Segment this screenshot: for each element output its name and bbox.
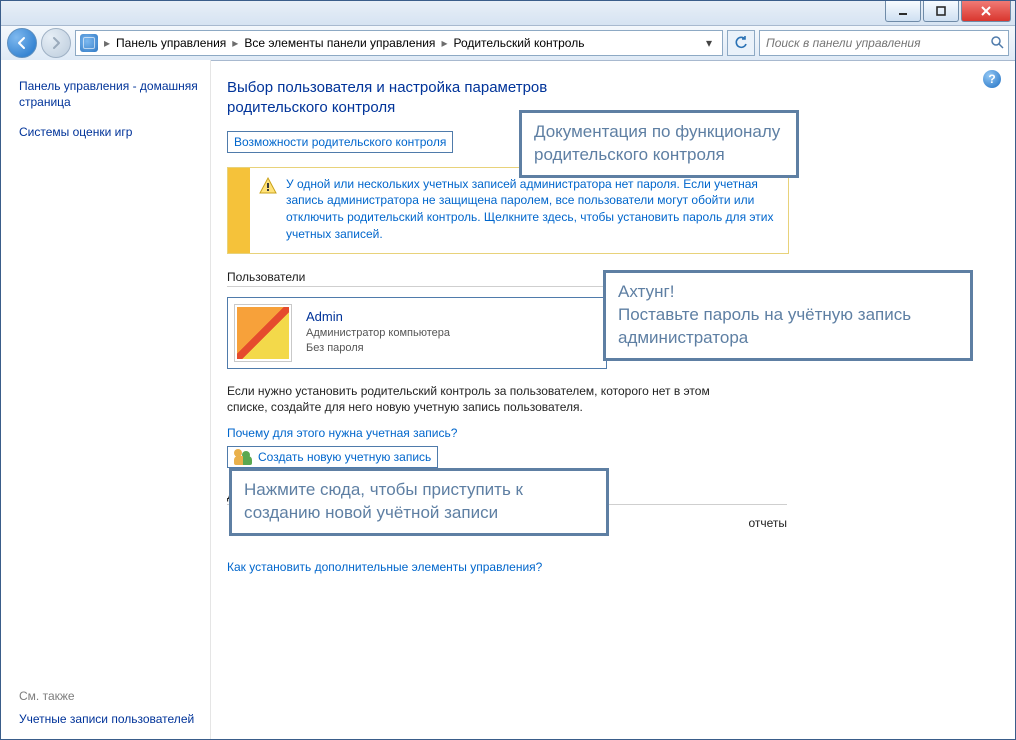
warning-icon [258, 176, 278, 196]
help-icon: ? [988, 72, 995, 86]
create-account-label: Создать новую учетную запись [258, 450, 431, 464]
close-icon [980, 5, 992, 17]
main-content: ? Выбор пользователя и настройка парамет… [211, 60, 1015, 739]
breadcrumb-seg-2[interactable]: Все элементы панели управления [242, 36, 437, 50]
warning-stripe [228, 168, 250, 253]
people-icon [234, 449, 252, 465]
warning-text[interactable]: У одной или нескольких учетных записей а… [286, 176, 778, 243]
search-icon [990, 35, 1004, 52]
search-box[interactable] [759, 30, 1009, 56]
maximize-icon [935, 5, 947, 17]
chevron-right-icon: ▸ [102, 36, 112, 50]
window-controls [883, 1, 1011, 25]
chevron-right-icon: ▸ [230, 36, 240, 50]
sidebar: Панель управления - домашняя страница Си… [1, 60, 211, 739]
avatar [234, 304, 292, 362]
arrow-right-icon [49, 36, 63, 50]
close-button[interactable] [961, 1, 1011, 22]
create-user-paragraph: Если нужно установить родительский контр… [227, 383, 747, 417]
annotation-documentation: Документация по функционалу родительског… [519, 110, 799, 178]
chevron-right-icon: ▸ [439, 36, 449, 50]
search-input[interactable] [764, 35, 990, 51]
window-body: Панель управления - домашняя страница Си… [1, 60, 1015, 739]
warning-body: У одной или нескольких учетных записей а… [250, 168, 788, 253]
create-account-link[interactable]: Создать новую учетную запись [227, 446, 438, 468]
minimize-icon [897, 5, 909, 17]
sidebar-link-game-ratings[interactable]: Системы оценки игр [19, 124, 198, 140]
see-also-label: См. также [19, 689, 198, 703]
annotation-achtung: Ахтунг! Поставьте пароль на учётную запи… [603, 270, 973, 361]
explorer-navbar: ▸ Панель управления ▸ Все элементы панел… [1, 26, 1015, 61]
maximize-button[interactable] [923, 1, 959, 22]
breadcrumb-seg-3[interactable]: Родительский контроль [451, 36, 586, 50]
admin-password-warning[interactable]: У одной или нескольких учетных записей а… [227, 167, 789, 254]
nav-forward-button[interactable] [41, 28, 71, 58]
address-bar[interactable]: ▸ Панель управления ▸ Все элементы панел… [75, 30, 723, 56]
arrow-left-icon [15, 36, 29, 50]
minimize-button[interactable] [885, 1, 921, 22]
sidebar-link-user-accounts[interactable]: Учетные записи пользователей [19, 711, 198, 727]
control-panel-icon [80, 34, 98, 52]
breadcrumb-seg-1[interactable]: Панель управления [114, 36, 228, 50]
user-meta: Admin Администратор компьютера Без парол… [306, 309, 450, 356]
user-password-status: Без пароля [306, 341, 450, 356]
window-titlebar [1, 1, 1015, 26]
why-account-link[interactable]: Почему для этого нужна учетная запись? [227, 426, 457, 440]
capabilities-link[interactable]: Возможности родительского контроля [227, 131, 453, 153]
sidebar-footer: См. также Учетные записи пользователей [19, 689, 198, 727]
control-panel-window: ▸ Панель управления ▸ Все элементы панел… [0, 0, 1016, 740]
user-role: Администратор компьютера [306, 326, 450, 341]
user-tile-admin[interactable]: Admin Администратор компьютера Без парол… [227, 297, 607, 369]
refresh-button[interactable] [727, 30, 755, 56]
nav-back-button[interactable] [7, 28, 37, 58]
help-button[interactable]: ? [983, 70, 1001, 88]
address-dropdown-icon[interactable]: ▾ [700, 36, 718, 50]
sidebar-link-home[interactable]: Панель управления - домашняя страница [19, 78, 198, 110]
install-addl-link[interactable]: Как установить дополнительные элементы у… [227, 560, 542, 574]
user-name: Admin [306, 309, 450, 324]
refresh-icon [734, 36, 748, 50]
annotation-create: Нажмите сюда, чтобы приступить к создани… [229, 468, 609, 536]
